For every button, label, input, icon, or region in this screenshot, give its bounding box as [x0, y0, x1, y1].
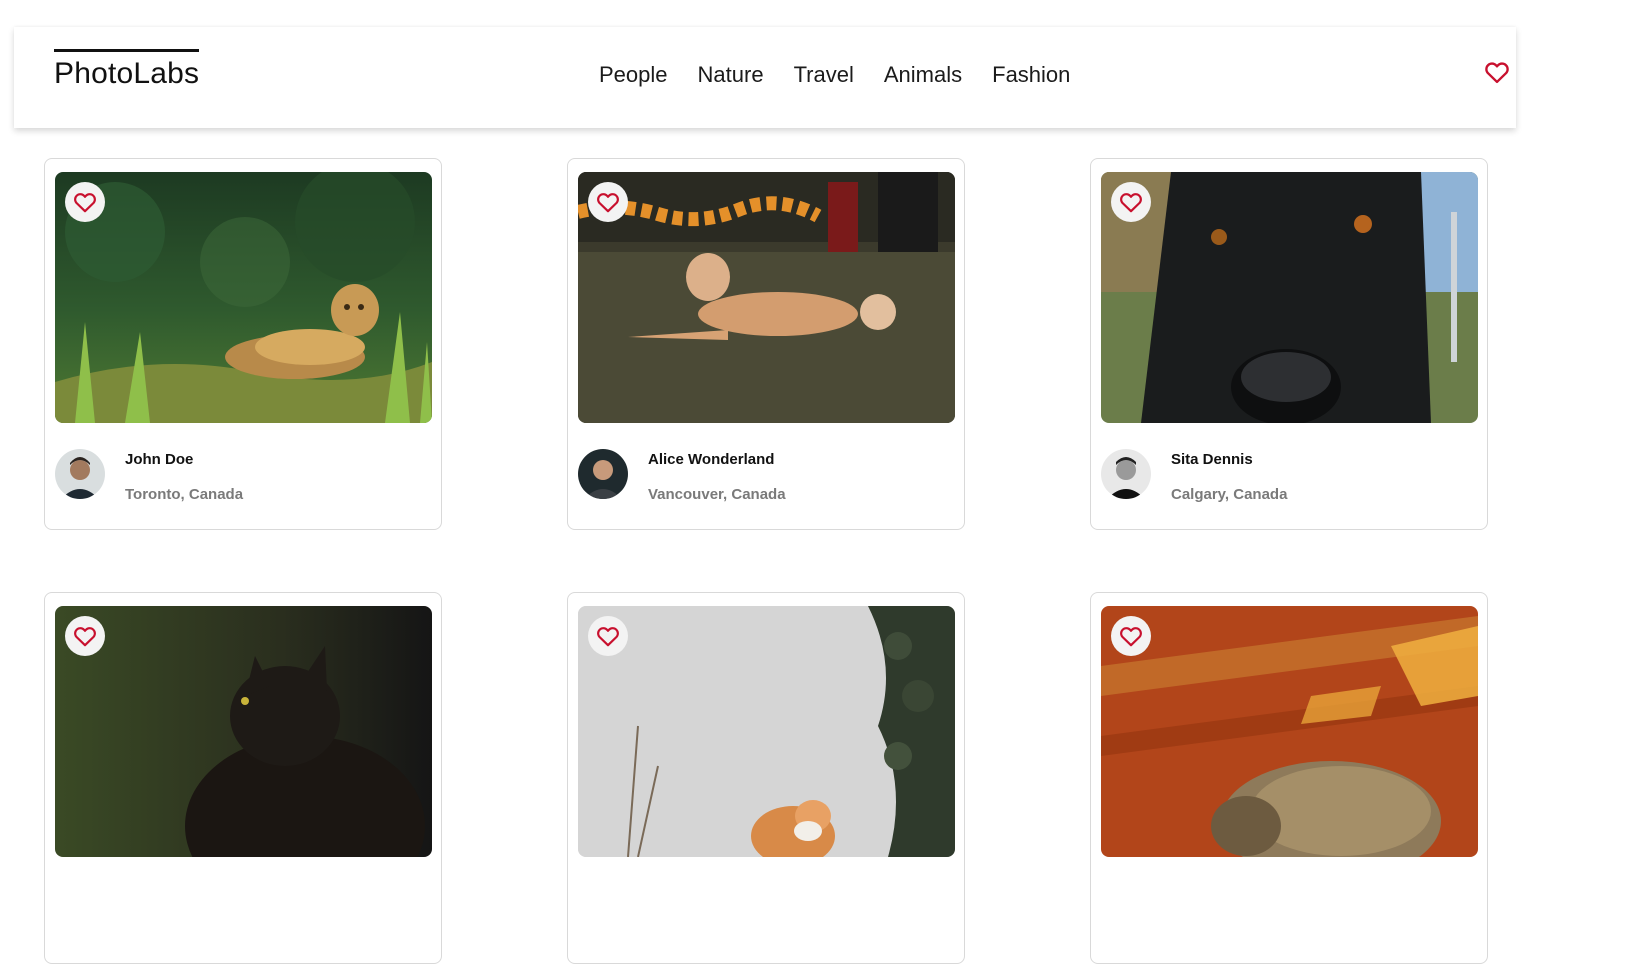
- photographer-location: Calgary, Canada: [1171, 486, 1288, 503]
- favourite-button[interactable]: [1111, 616, 1151, 656]
- topic-people[interactable]: People: [599, 57, 668, 93]
- avatar: [578, 449, 628, 499]
- photo-card[interactable]: Sita Dennis Calgary, Canada: [1090, 158, 1488, 530]
- photo-card[interactable]: Alice Wonderland Vancouver, Canada: [567, 158, 965, 530]
- favourite-button[interactable]: [65, 182, 105, 222]
- topic-list: People Nature Travel Animals Fashion: [599, 57, 1100, 93]
- topic-fashion[interactable]: Fashion: [992, 57, 1070, 93]
- photographer-location: Toronto, Canada: [125, 486, 244, 503]
- favourite-button[interactable]: [65, 616, 105, 656]
- photo-image[interactable]: [578, 606, 955, 857]
- favourite-button[interactable]: [588, 616, 628, 656]
- top-nav-bar: PhotoLabs People Nature Travel Animals F…: [14, 27, 1516, 128]
- heart-outline-icon: [74, 627, 96, 647]
- photo-image[interactable]: [578, 172, 955, 423]
- logo[interactable]: PhotoLabs: [54, 49, 200, 92]
- photo-image[interactable]: [1101, 606, 1478, 857]
- photographer-location: Vancouver, Canada: [648, 486, 786, 503]
- photographer-name: Alice Wonderland: [648, 451, 775, 468]
- heart-outline-icon: [1120, 627, 1142, 647]
- heart-outline-icon: [1120, 193, 1142, 213]
- photo-image[interactable]: [55, 172, 432, 423]
- photo-list: John Doe Toronto, Canada Alice Wonderlan…: [44, 158, 1494, 964]
- photo-card[interactable]: [1090, 592, 1488, 964]
- photo-image[interactable]: [55, 606, 432, 857]
- heart-outline-icon: [597, 193, 619, 213]
- topic-animals[interactable]: Animals: [884, 57, 962, 93]
- photo-image[interactable]: [1101, 172, 1478, 423]
- heart-icon[interactable]: [1483, 58, 1511, 86]
- photographer-name: Sita Dennis: [1171, 451, 1253, 468]
- photo-card[interactable]: [44, 592, 442, 964]
- topic-nature[interactable]: Nature: [698, 57, 764, 93]
- photo-card[interactable]: [567, 592, 965, 964]
- photographer-name: John Doe: [125, 451, 194, 468]
- avatar: [55, 449, 105, 499]
- favourite-button[interactable]: [1111, 182, 1151, 222]
- favourite-button[interactable]: [588, 182, 628, 222]
- avatar: [1101, 449, 1151, 499]
- heart-outline-icon: [597, 627, 619, 647]
- heart-outline-icon: [74, 193, 96, 213]
- topic-travel[interactable]: Travel: [794, 57, 854, 93]
- photo-card[interactable]: John Doe Toronto, Canada: [44, 158, 442, 530]
